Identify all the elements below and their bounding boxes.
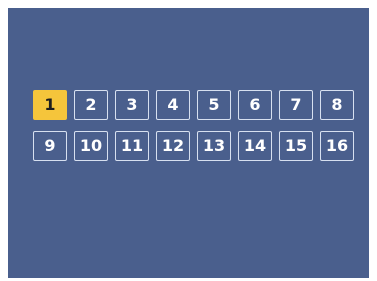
page-button-7[interactable]: 7 <box>279 90 313 120</box>
page-button-3[interactable]: 3 <box>115 90 149 120</box>
page-button-8[interactable]: 8 <box>320 90 354 120</box>
page-selector-panel: 1 2 3 4 5 6 7 8 9 10 11 12 13 14 15 16 <box>8 8 369 278</box>
page-button-13[interactable]: 13 <box>197 131 231 161</box>
page-button-5[interactable]: 5 <box>197 90 231 120</box>
page-button-2[interactable]: 2 <box>74 90 108 120</box>
page-button-14[interactable]: 14 <box>238 131 272 161</box>
page-button-9[interactable]: 9 <box>33 131 67 161</box>
page-button-15[interactable]: 15 <box>279 131 313 161</box>
page-button-16[interactable]: 16 <box>320 131 354 161</box>
page-button-11[interactable]: 11 <box>115 131 149 161</box>
page-button-4[interactable]: 4 <box>156 90 190 120</box>
page-button-1-selected[interactable]: 1 <box>33 90 67 120</box>
page-number-grid: 1 2 3 4 5 6 7 8 9 10 11 12 13 14 15 16 <box>33 90 363 161</box>
page-button-10[interactable]: 10 <box>74 131 108 161</box>
page-button-12[interactable]: 12 <box>156 131 190 161</box>
page-button-6[interactable]: 6 <box>238 90 272 120</box>
